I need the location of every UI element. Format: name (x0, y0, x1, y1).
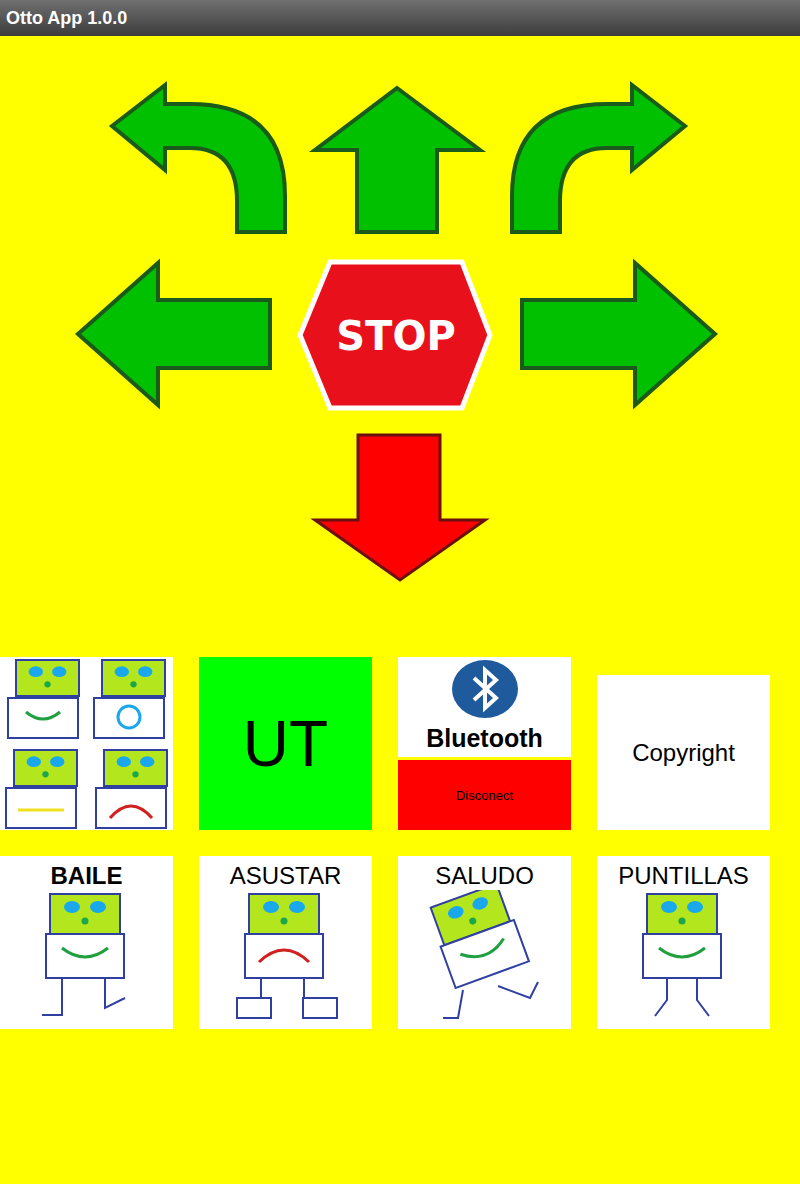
robot-icon (398, 890, 571, 1024)
copyright-label: Copyright (632, 739, 735, 767)
turn-right-arrow-icon[interactable] (512, 85, 685, 232)
window-title: Otto App 1.0.0 (6, 8, 127, 29)
title-bar: Otto App 1.0.0 (0, 0, 800, 36)
action-button[interactable]: ASUSTAR (199, 856, 372, 1029)
robot-icon (199, 890, 372, 1024)
robot-icon (597, 890, 770, 1024)
button-grid: UT Bluetooth Disconect Copyright BAILE ASUSTA… (0, 657, 800, 1029)
turn-left-arrow-icon[interactable] (112, 85, 285, 232)
robot-icon (0, 890, 173, 1024)
backward-arrow-icon[interactable] (315, 435, 485, 580)
left-arrow-icon[interactable] (78, 263, 270, 405)
copyright-button[interactable]: Copyright (597, 675, 770, 830)
connection-status: Disconect (398, 760, 571, 830)
robot-faces-icon (0, 657, 173, 830)
action-label: ASUSTAR (230, 856, 342, 890)
ut-label: UT (243, 707, 328, 781)
action-button[interactable]: PUNTILLAS (597, 856, 770, 1029)
stop-button[interactable]: STOP (300, 262, 490, 408)
stop-label: STOP (336, 313, 455, 359)
action-label: SALUDO (435, 856, 534, 890)
action-label: PUNTILLAS (618, 856, 749, 890)
bluetooth-icon (450, 658, 520, 724)
faces-button[interactable] (0, 657, 173, 830)
forward-arrow-icon[interactable] (315, 88, 480, 232)
bluetooth-button[interactable]: Bluetooth Disconect (398, 657, 571, 830)
direction-pad: STOP (0, 36, 800, 621)
right-arrow-icon[interactable] (522, 263, 715, 405)
bluetooth-label: Bluetooth (426, 724, 543, 757)
action-button[interactable]: BAILE (0, 856, 173, 1029)
action-label: BAILE (51, 856, 123, 890)
action-button[interactable]: SALUDO (398, 856, 571, 1029)
status-label: Disconect (456, 788, 513, 803)
ut-button[interactable]: UT (199, 657, 372, 830)
